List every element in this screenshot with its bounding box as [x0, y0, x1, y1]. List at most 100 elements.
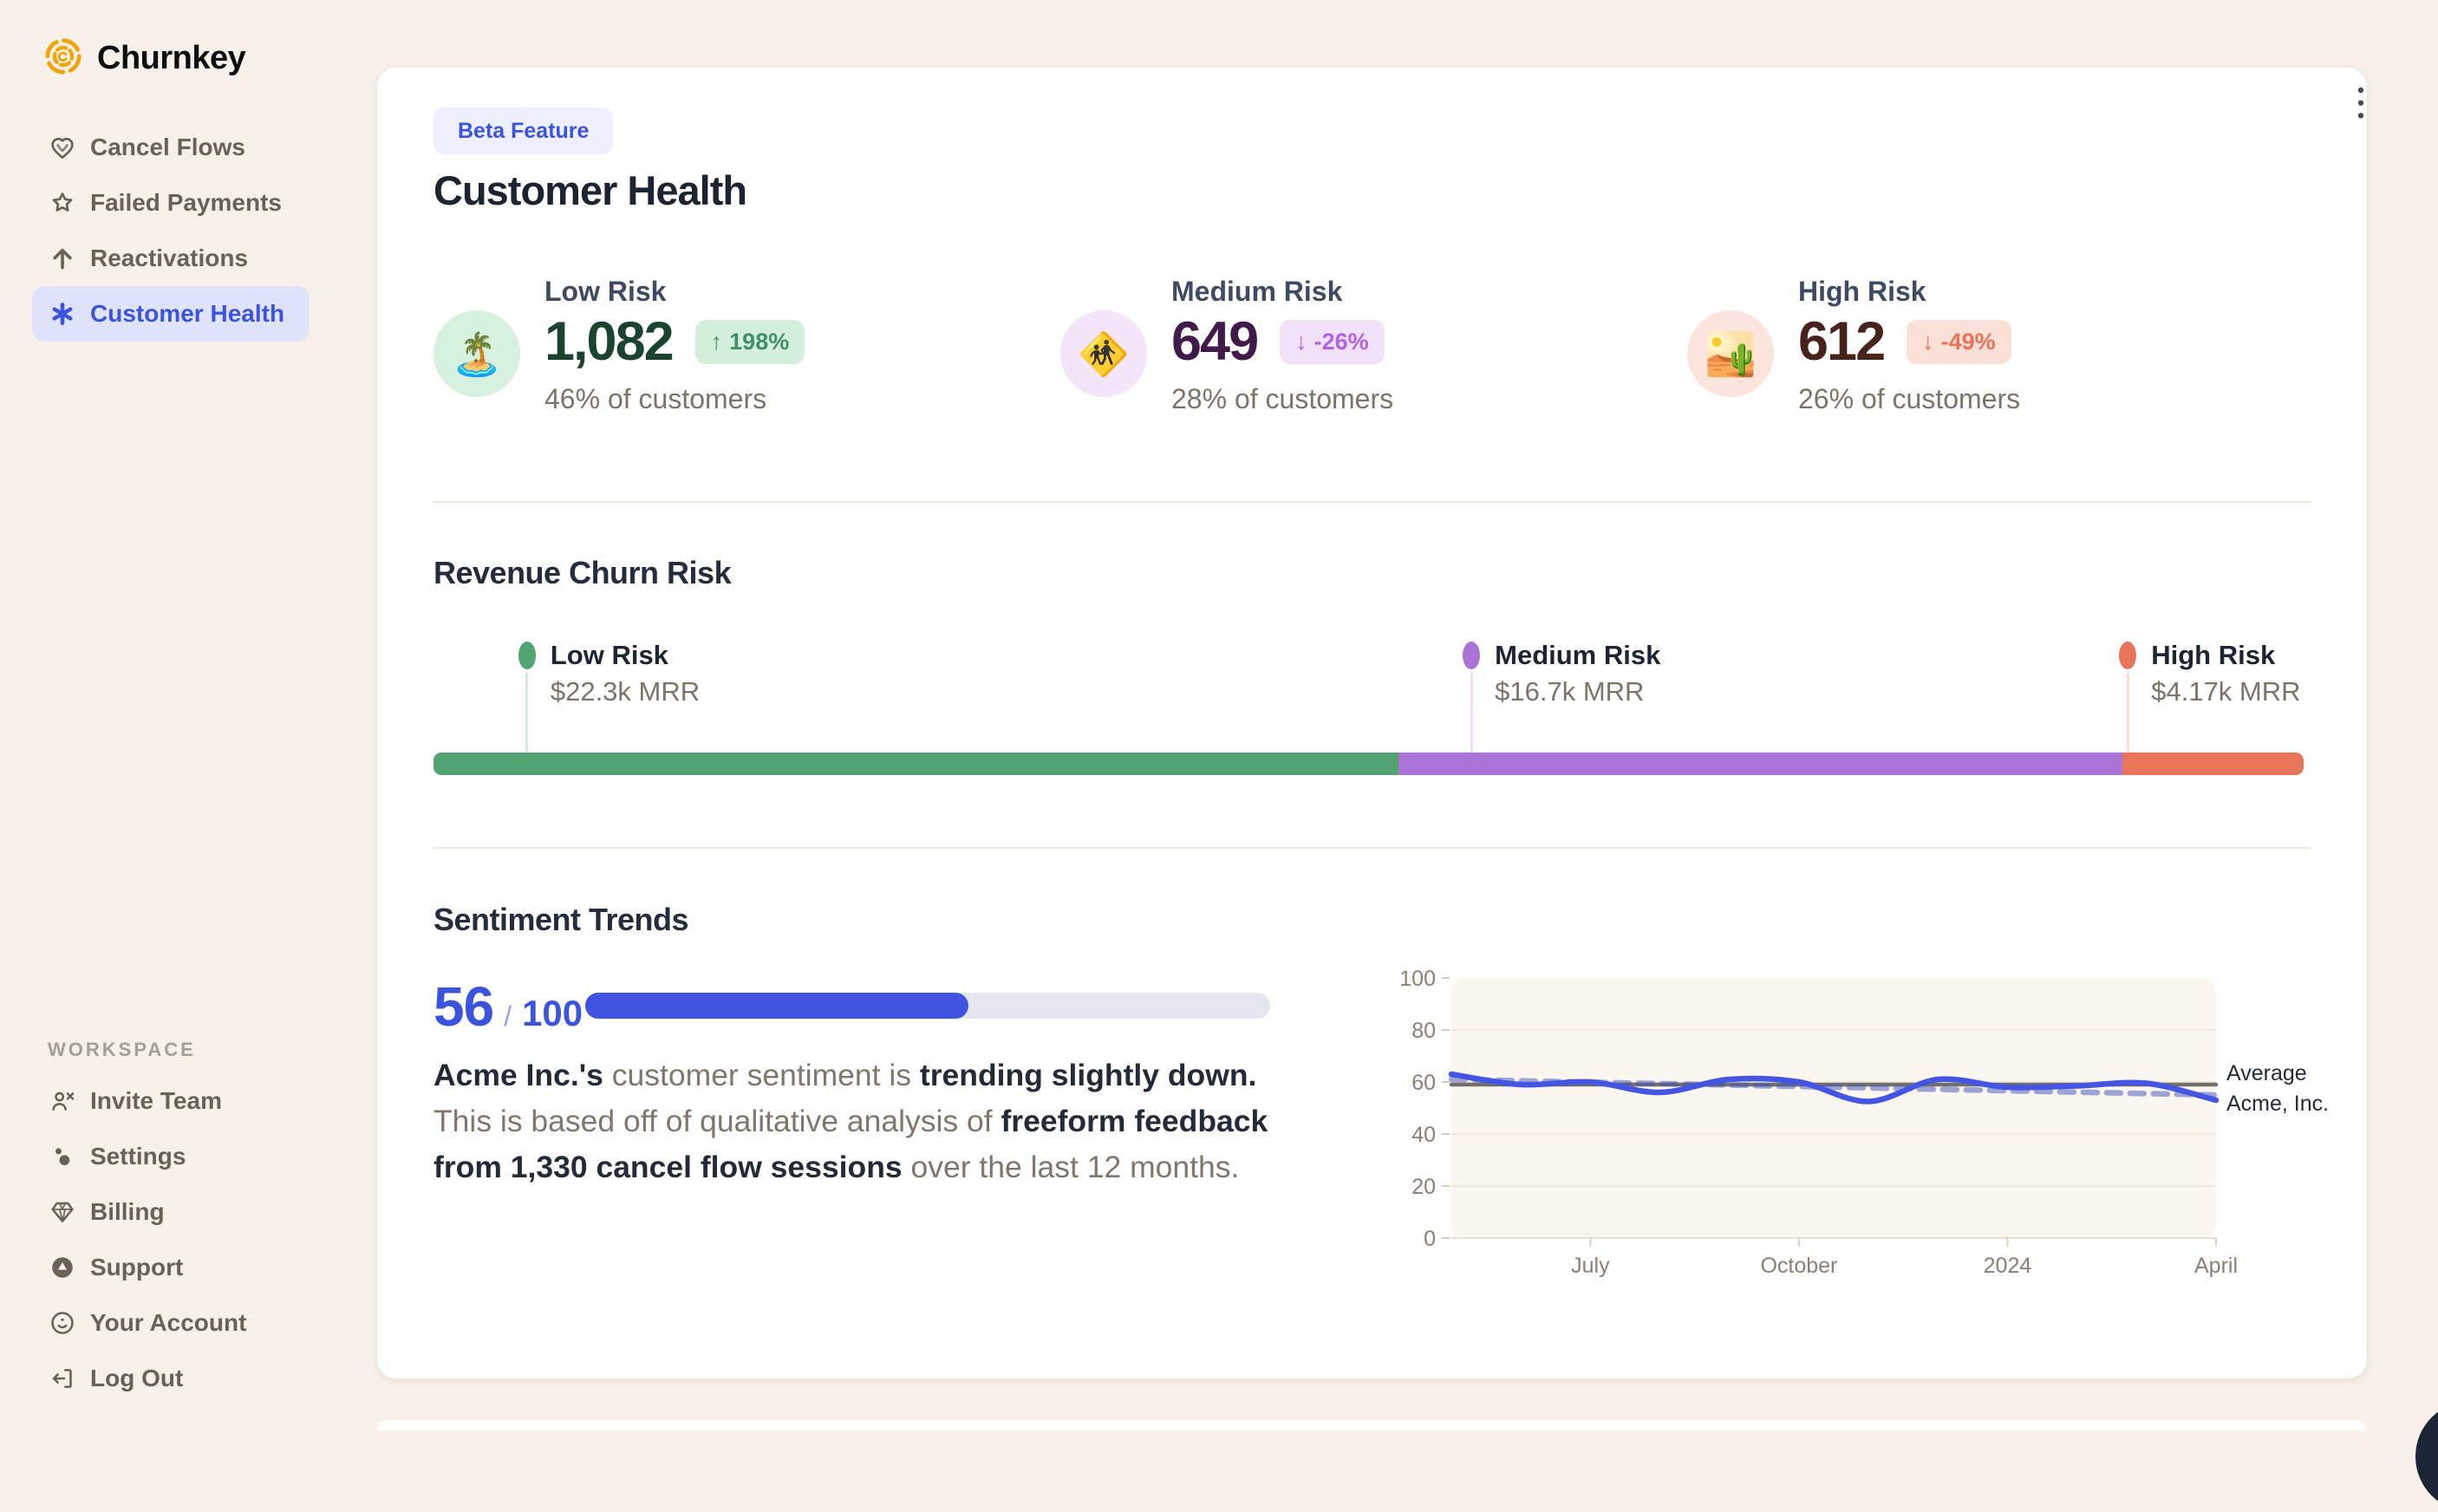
children-crossing-emoji: 🚸: [1060, 310, 1147, 397]
legend-label: Low Risk: [550, 640, 668, 670]
stat-share: 28% of customers: [1171, 383, 1394, 414]
legend-mrr: $22.3k MRR: [550, 676, 701, 707]
sentiment-score-value: 56: [433, 975, 494, 1038]
stat-delta-badge: ↑ 198%: [694, 320, 805, 364]
sentiment-summary: Acme Inc.'s customer sentiment is trendi…: [433, 1053, 1322, 1190]
stat-delta-badge: ↓ -26%: [1280, 320, 1385, 364]
app-logo[interactable]: Churnkey: [43, 36, 246, 81]
legend-label: High Risk: [2151, 640, 2276, 670]
sidebar-item-label: Settings: [90, 1143, 186, 1170]
sidebar-item-reactivations[interactable]: Reactivations: [32, 231, 310, 286]
svg-text:2024: 2024: [1984, 1254, 2032, 1278]
churn-stacked-bar: [433, 753, 2304, 775]
svg-text:40: 40: [1411, 1123, 1436, 1147]
revenue-churn-chart: Low Risk $22.3k MRR Medium Risk $16.7k M…: [433, 640, 2304, 789]
legend-dot-icon: [518, 642, 536, 669]
arrow-up-icon: ↑: [710, 329, 723, 355]
legend-dot-icon: [2119, 642, 2137, 669]
stat-share: 26% of customers: [1798, 383, 2021, 414]
legend-connector: [2126, 673, 2129, 753]
sentiment-progress-fill: [585, 993, 969, 1019]
sidebar-item-your-account[interactable]: Your Account: [32, 1295, 336, 1351]
arrow-down-icon: ↓: [1295, 329, 1307, 355]
sentiment-score-max: 100: [522, 993, 583, 1033]
svg-text:July: July: [1571, 1254, 1610, 1278]
desert-emoji: 🏜️: [1687, 310, 1774, 397]
revenue-churn-title: Revenue Churn Risk: [433, 555, 732, 590]
sidebar-item-label: Cancel Flows: [90, 134, 245, 160]
svg-text:100: 100: [1399, 967, 1436, 991]
sidebar-item-log-out[interactable]: Log Out: [32, 1351, 336, 1406]
kebab-menu-icon: [2357, 87, 2364, 119]
stat-value: 649: [1171, 311, 1259, 372]
summary-text-part: Acme Inc.'s: [433, 1058, 603, 1092]
sidebar-item-label: Invite Team: [90, 1087, 222, 1114]
support-icon: [48, 1253, 77, 1282]
svg-text:October: October: [1760, 1254, 1837, 1278]
heart-icon: [48, 133, 77, 162]
svg-text:20: 20: [1411, 1175, 1436, 1199]
summary-text-part: trending slightly down.: [919, 1058, 1257, 1092]
user-account-icon: [48, 1308, 77, 1338]
sidebar-item-label: Billing: [90, 1198, 165, 1225]
star-icon: [48, 188, 77, 218]
sidebar-item-billing[interactable]: Billing: [32, 1184, 336, 1240]
workspace-section: WORKSPACE Invite Team Settings Billing S…: [32, 1039, 336, 1406]
churn-segment-medium-risk: [1398, 753, 2122, 775]
sidebar-item-invite-team[interactable]: Invite Team: [32, 1073, 336, 1129]
sidebar-item-customer-health[interactable]: Customer Health: [32, 286, 310, 342]
stat-label: High Risk: [1798, 276, 1926, 307]
chat-launcher-button[interactable]: [2415, 1401, 2438, 1512]
legend-dot-icon: [1463, 642, 1481, 669]
stat-value: 612: [1798, 311, 1886, 372]
stat-card-high-risk: 🏜️ High Risk 612 ↓ -49% 26% of customers: [1687, 276, 2020, 415]
svg-text:80: 80: [1411, 1019, 1436, 1043]
divider: [433, 501, 2311, 503]
sidebar-item-label: Support: [90, 1254, 184, 1281]
sidebar: Churnkey Cancel Flows Failed Payments Re…: [0, 0, 377, 1429]
stat-card-low-risk: 🏝️ Low Risk 1,082 ↑ 198% 46% of customer…: [433, 276, 805, 415]
next-card-edge: [377, 1420, 2367, 1431]
legend-mrr: $16.7k MRR: [1495, 676, 1645, 707]
sidebar-item-failed-payments[interactable]: Failed Payments: [32, 175, 310, 231]
summary-text-part: customer sentiment is: [603, 1058, 920, 1092]
sidebar-item-label: Reactivations: [90, 244, 249, 271]
summary-text-part: This is based off of qualitative analysi…: [433, 1104, 1001, 1138]
svg-text:Average: Average: [2226, 1061, 2307, 1085]
asterisk-icon: [48, 299, 77, 329]
sidebar-item-label: Customer Health: [90, 300, 285, 327]
svg-text:Acme, Inc.: Acme, Inc.: [2226, 1092, 2329, 1116]
stat-label: Low Risk: [544, 276, 667, 307]
churn-segment-high-risk: [2122, 753, 2304, 775]
sidebar-item-label: Log Out: [90, 1365, 184, 1391]
legend-connector: [525, 673, 529, 753]
sentiment-progress-bar: [585, 993, 1270, 1019]
legend-label: Medium Risk: [1495, 640, 1661, 670]
sidebar-item-cancel-flows[interactable]: Cancel Flows: [32, 120, 310, 175]
stat-share: 46% of customers: [544, 383, 767, 414]
sidebar-item-settings[interactable]: Settings: [32, 1129, 336, 1184]
stat-label: Medium Risk: [1171, 276, 1343, 307]
app-name: Churnkey: [97, 40, 246, 76]
sidebar-nav: Cancel Flows Failed Payments Reactivatio…: [32, 120, 310, 342]
beta-feature-badge: Beta Feature: [433, 108, 614, 154]
sidebar-item-label: Your Account: [90, 1309, 247, 1336]
svg-text:April: April: [2194, 1254, 2238, 1278]
summary-text-part: over the last 12 months.: [902, 1150, 1240, 1184]
sentiment-chart: 0 20 40 60 80 100 July October 2024 April Average A…: [1387, 958, 2358, 1296]
sentiment-score-separator: /: [504, 1000, 512, 1032]
stat-value: 1,082: [544, 311, 675, 372]
churn-segment-low-risk: [433, 753, 1398, 775]
kebab-menu-button[interactable]: [2342, 80, 2380, 128]
divider: [433, 847, 2311, 849]
sidebar-item-label: Failed Payments: [90, 189, 282, 216]
arrow-up-icon: [48, 244, 77, 273]
sentiment-score: 56 / 100: [433, 974, 583, 1039]
stat-delta-badge: ↓ -49%: [1907, 320, 2011, 364]
risk-stats-row: 🏝️ Low Risk 1,082 ↑ 198% 46% of customer…: [433, 276, 2311, 462]
churnkey-logo-icon: [43, 36, 83, 81]
settings-icon: [48, 1142, 77, 1171]
sidebar-item-support[interactable]: Support: [32, 1240, 336, 1295]
legend-mrr: $4.17k MRR: [2151, 676, 2301, 707]
main-card: Beta Feature Customer Health 🏝️ Low Risk…: [377, 68, 2367, 1378]
